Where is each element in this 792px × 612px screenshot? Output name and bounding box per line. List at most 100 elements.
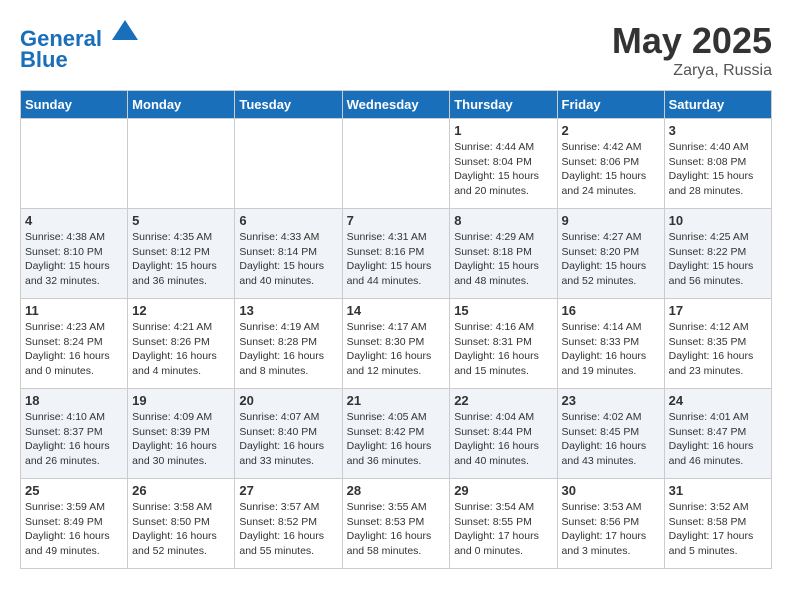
day-number: 9	[562, 213, 660, 228]
logo-blue: Blue	[20, 47, 140, 73]
weekday-header-thursday: Thursday	[450, 91, 557, 119]
day-number: 31	[669, 483, 767, 498]
calendar-day: 22 Sunrise: 4:04 AM Sunset: 8:44 PM Dayli…	[450, 389, 557, 479]
calendar-day: 25 Sunrise: 3:59 AM Sunset: 8:49 PM Dayli…	[21, 479, 128, 569]
day-info: Sunrise: 4:35 AM Sunset: 8:12 PM Dayligh…	[132, 230, 230, 289]
day-number: 14	[347, 303, 446, 318]
calendar-week-2: 4Sunrise: 4:38 AM Sunset: 8:10 PM Daylig…	[21, 209, 772, 299]
day-info: Sunrise: 4:17 AM Sunset: 8:30 PM Dayligh…	[347, 320, 446, 379]
location-title: Zarya, Russia	[612, 62, 772, 80]
day-number: 20	[239, 393, 337, 408]
day-info: Sunrise: 4:44 AM Sunset: 8:04 PM Dayligh…	[454, 140, 552, 199]
day-info: Sunrise: 3:58 AM Sunset: 8:50 PM Dayligh…	[132, 500, 230, 559]
calendar-day: 24Sunrise: 4:01 AM Sunset: 8:47 PM Dayli…	[664, 389, 771, 479]
page-header: General Blue May 2025 Zarya, Russia	[20, 20, 772, 80]
day-number: 6	[239, 213, 337, 228]
day-number: 1	[454, 123, 552, 138]
calendar-day: 21 Sunrise: 4:05 AM Sunset: 8:42 PM Dayli…	[342, 389, 450, 479]
calendar-day: 5 Sunrise: 4:35 AM Sunset: 8:12 PM Daylig…	[128, 209, 235, 299]
calendar-day: 10Sunrise: 4:25 AM Sunset: 8:22 PM Dayli…	[664, 209, 771, 299]
day-info: Sunrise: 4:07 AM Sunset: 8:40 PM Dayligh…	[239, 410, 337, 469]
day-number: 23	[562, 393, 660, 408]
day-info: Sunrise: 4:05 AM Sunset: 8:42 PM Dayligh…	[347, 410, 446, 469]
calendar-body: 1 Sunrise: 4:44 AM Sunset: 8:04 PM Daylig…	[21, 119, 772, 569]
day-number: 27	[239, 483, 337, 498]
day-number: 21	[347, 393, 446, 408]
day-info: Sunrise: 4:12 AM Sunset: 8:35 PM Dayligh…	[669, 320, 767, 379]
day-info: Sunrise: 3:54 AM Sunset: 8:55 PM Dayligh…	[454, 500, 552, 559]
day-number: 24	[669, 393, 767, 408]
weekday-header-tuesday: Tuesday	[235, 91, 342, 119]
calendar-day: 20 Sunrise: 4:07 AM Sunset: 8:40 PM Dayli…	[235, 389, 342, 479]
day-info: Sunrise: 4:02 AM Sunset: 8:45 PM Dayligh…	[562, 410, 660, 469]
calendar-day: 9 Sunrise: 4:27 AM Sunset: 8:20 PM Daylig…	[557, 209, 664, 299]
day-number: 19	[132, 393, 230, 408]
day-number: 22	[454, 393, 552, 408]
calendar-day: 31Sunrise: 3:52 AM Sunset: 8:58 PM Dayli…	[664, 479, 771, 569]
day-info: Sunrise: 4:14 AM Sunset: 8:33 PM Dayligh…	[562, 320, 660, 379]
day-number: 29	[454, 483, 552, 498]
day-info: Sunrise: 4:42 AM Sunset: 8:06 PM Dayligh…	[562, 140, 660, 199]
calendar-day: 4Sunrise: 4:38 AM Sunset: 8:10 PM Daylig…	[21, 209, 128, 299]
day-number: 30	[562, 483, 660, 498]
weekday-header-wednesday: Wednesday	[342, 91, 450, 119]
day-number: 13	[239, 303, 337, 318]
calendar-day: 12 Sunrise: 4:21 AM Sunset: 8:26 PM Dayli…	[128, 299, 235, 389]
day-number: 5	[132, 213, 230, 228]
calendar-day: 28 Sunrise: 3:55 AM Sunset: 8:53 PM Dayli…	[342, 479, 450, 569]
weekday-header-sunday: Sunday	[21, 91, 128, 119]
day-info: Sunrise: 4:09 AM Sunset: 8:39 PM Dayligh…	[132, 410, 230, 469]
day-number: 12	[132, 303, 230, 318]
day-info: Sunrise: 4:16 AM Sunset: 8:31 PM Dayligh…	[454, 320, 552, 379]
calendar-day: 17 Sunrise: 4:12 AM Sunset: 8:35 PM Dayli…	[664, 299, 771, 389]
day-number: 15	[454, 303, 552, 318]
calendar-day: 6 Sunrise: 4:33 AM Sunset: 8:14 PM Daylig…	[235, 209, 342, 299]
day-info: Sunrise: 4:10 AM Sunset: 8:37 PM Dayligh…	[25, 410, 123, 469]
day-number: 16	[562, 303, 660, 318]
calendar-day: 7 Sunrise: 4:31 AM Sunset: 8:16 PM Daylig…	[342, 209, 450, 299]
day-info: Sunrise: 4:04 AM Sunset: 8:44 PM Dayligh…	[454, 410, 552, 469]
day-info: Sunrise: 4:21 AM Sunset: 8:26 PM Dayligh…	[132, 320, 230, 379]
day-info: Sunrise: 4:38 AM Sunset: 8:10 PM Dayligh…	[25, 230, 123, 289]
day-info: Sunrise: 3:59 AM Sunset: 8:49 PM Dayligh…	[25, 500, 123, 559]
day-info: Sunrise: 3:57 AM Sunset: 8:52 PM Dayligh…	[239, 500, 337, 559]
day-number: 11	[25, 303, 123, 318]
calendar-header-row: SundayMondayTuesdayWednesdayThursdayFrid…	[21, 91, 772, 119]
day-info: Sunrise: 4:31 AM Sunset: 8:16 PM Dayligh…	[347, 230, 446, 289]
calendar-day: 3 Sunrise: 4:40 AM Sunset: 8:08 PM Daylig…	[664, 119, 771, 209]
day-info: Sunrise: 3:55 AM Sunset: 8:53 PM Dayligh…	[347, 500, 446, 559]
day-number: 7	[347, 213, 446, 228]
day-number: 17	[669, 303, 767, 318]
day-number: 28	[347, 483, 446, 498]
day-number: 18	[25, 393, 123, 408]
calendar-day: 16 Sunrise: 4:14 AM Sunset: 8:33 PM Dayli…	[557, 299, 664, 389]
calendar-day: 29 Sunrise: 3:54 AM Sunset: 8:55 PM Dayli…	[450, 479, 557, 569]
day-number: 25	[25, 483, 123, 498]
calendar-day	[21, 119, 128, 209]
calendar-day: 2 Sunrise: 4:42 AM Sunset: 8:06 PM Daylig…	[557, 119, 664, 209]
day-number: 10	[669, 213, 767, 228]
calendar-day: 8Sunrise: 4:29 AM Sunset: 8:18 PM Daylig…	[450, 209, 557, 299]
day-number: 2	[562, 123, 660, 138]
calendar-day: 27 Sunrise: 3:57 AM Sunset: 8:52 PM Dayli…	[235, 479, 342, 569]
calendar-day: 18 Sunrise: 4:10 AM Sunset: 8:37 PM Dayli…	[21, 389, 128, 479]
day-number: 3	[669, 123, 767, 138]
calendar-day	[235, 119, 342, 209]
calendar-day: 13Sunrise: 4:19 AM Sunset: 8:28 PM Dayli…	[235, 299, 342, 389]
calendar-week-1: 1 Sunrise: 4:44 AM Sunset: 8:04 PM Daylig…	[21, 119, 772, 209]
calendar-day	[342, 119, 450, 209]
calendar-day: 26 Sunrise: 3:58 AM Sunset: 8:50 PM Dayli…	[128, 479, 235, 569]
logo: General Blue	[20, 20, 140, 73]
day-info: Sunrise: 4:27 AM Sunset: 8:20 PM Dayligh…	[562, 230, 660, 289]
day-number: 26	[132, 483, 230, 498]
calendar-week-5: 25 Sunrise: 3:59 AM Sunset: 8:49 PM Dayli…	[21, 479, 772, 569]
day-info: Sunrise: 4:40 AM Sunset: 8:08 PM Dayligh…	[669, 140, 767, 199]
weekday-header-friday: Friday	[557, 91, 664, 119]
day-info: Sunrise: 4:33 AM Sunset: 8:14 PM Dayligh…	[239, 230, 337, 289]
calendar-day: 1 Sunrise: 4:44 AM Sunset: 8:04 PM Daylig…	[450, 119, 557, 209]
calendar-table: SundayMondayTuesdayWednesdayThursdayFrid…	[20, 90, 772, 569]
weekday-header-saturday: Saturday	[664, 91, 771, 119]
calendar-day	[128, 119, 235, 209]
month-year-title: May 2025	[612, 20, 772, 62]
title-block: May 2025 Zarya, Russia	[612, 20, 772, 80]
